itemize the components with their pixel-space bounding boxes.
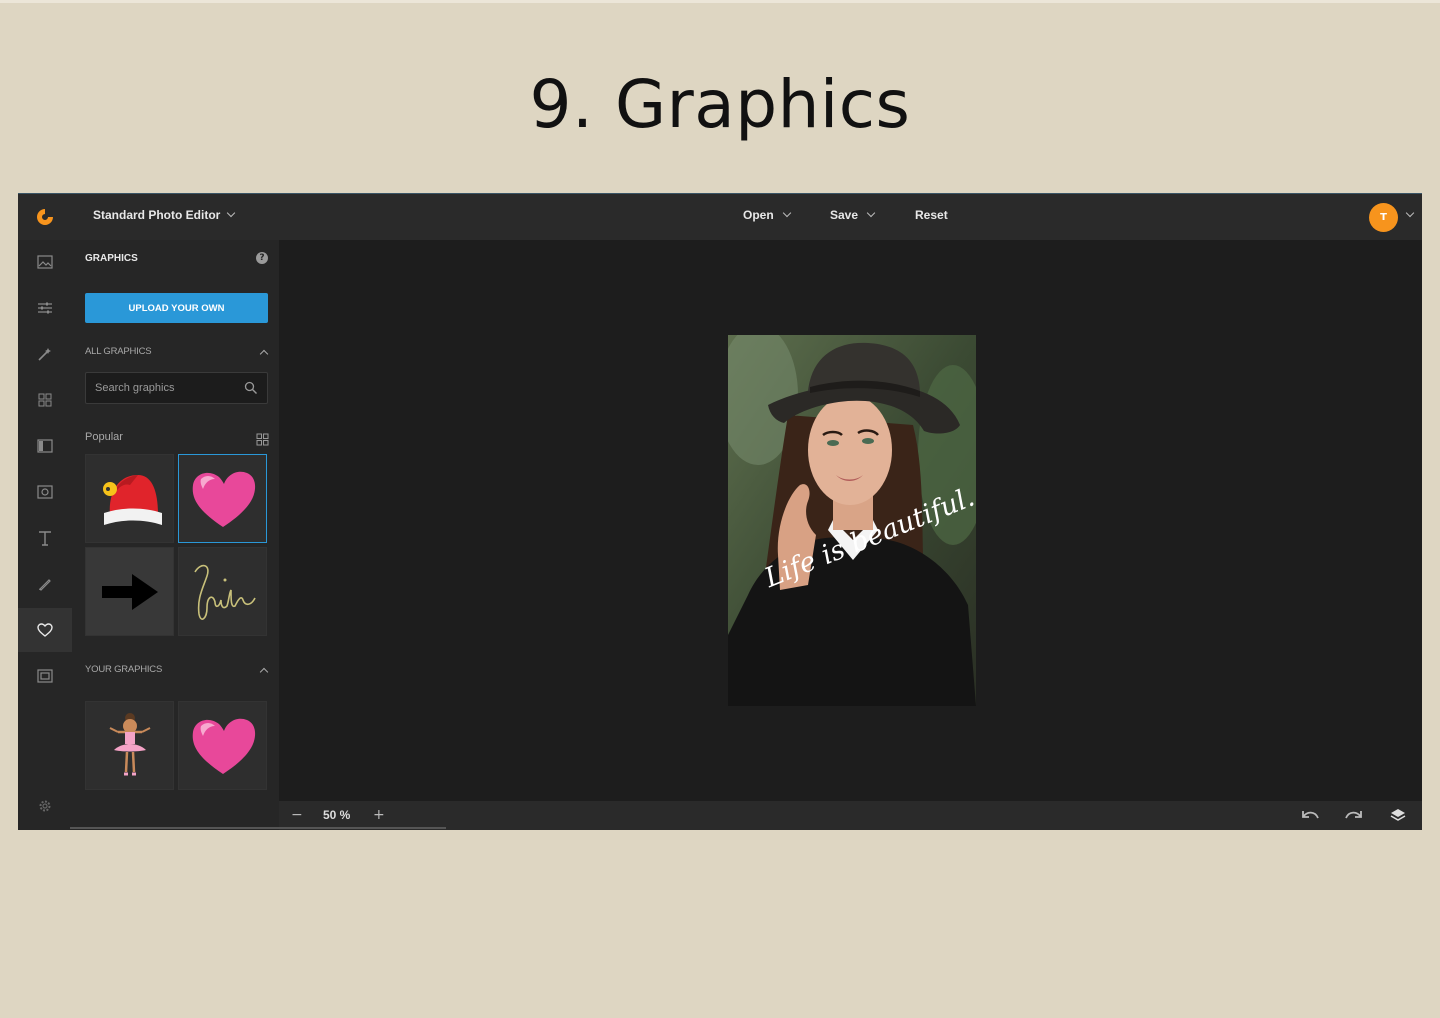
- graphic-tile-heart[interactable]: [178, 454, 267, 543]
- app-logo-icon[interactable]: [36, 208, 54, 226]
- tool-rail: [18, 240, 72, 830]
- heart-graphic: [192, 718, 255, 774]
- chevron-down-icon: [782, 208, 791, 218]
- sliders-icon: [38, 302, 52, 314]
- open-menu[interactable]: Open: [743, 208, 791, 222]
- redo-icon[interactable]: [1343, 807, 1365, 823]
- save-menu[interactable]: Save: [830, 208, 876, 222]
- grid-icon: [38, 393, 52, 407]
- brush-icon: [39, 579, 51, 591]
- help-icon[interactable]: ?: [256, 252, 268, 264]
- santa-hat-graphic: [102, 474, 162, 525]
- editing-canvas[interactable]: Life is beautiful.: [279, 240, 1422, 801]
- chevron-down-icon: [227, 208, 236, 218]
- text-icon: [39, 531, 51, 546]
- rail-border-button[interactable]: [18, 654, 72, 698]
- rail-graphics-button[interactable]: [18, 608, 72, 652]
- all-graphics-heading: ALL GRAPHICS: [85, 346, 152, 357]
- avatar[interactable]: T: [1369, 203, 1398, 232]
- editor-mode-dropdown[interactable]: Standard Photo Editor: [93, 208, 236, 222]
- arrow-graphic: [101, 573, 158, 610]
- magic-wand-icon: [38, 348, 51, 361]
- rail-collage-button[interactable]: [18, 378, 72, 422]
- upload-your-own-button[interactable]: UPLOAD YOUR OWN: [85, 293, 268, 323]
- graphics-panel: GRAPHICS ? UPLOAD YOUR OWN ALL GRAPHICS …: [72, 240, 279, 830]
- graphic-tile-santa-hat[interactable]: [85, 454, 174, 543]
- rail-frames-button[interactable]: [18, 470, 72, 514]
- collapse-all-graphics-icon[interactable]: [259, 349, 269, 359]
- rail-image-button[interactable]: [18, 240, 72, 284]
- top-line: [0, 0, 1440, 3]
- graphic-tile-arrow[interactable]: [85, 547, 174, 636]
- search-box: [85, 372, 268, 404]
- search-icon[interactable]: [244, 381, 258, 395]
- save-label: Save: [830, 208, 859, 222]
- grid-view-icon[interactable]: [256, 433, 269, 446]
- graphic-tile-ballerina[interactable]: [85, 701, 174, 790]
- photo-image[interactable]: Life is beautiful.: [728, 335, 976, 706]
- undo-icon[interactable]: [1299, 807, 1321, 823]
- zoom-level: 50 %: [323, 808, 351, 822]
- rail-effects-button[interactable]: [18, 332, 72, 376]
- search-input[interactable]: [86, 373, 236, 403]
- layers-icon[interactable]: [1389, 807, 1407, 825]
- slide-title: 9. Graphics: [529, 66, 911, 143]
- rail-layout-button[interactable]: [18, 424, 72, 468]
- chevron-down-icon[interactable]: [1405, 208, 1415, 218]
- rail-adjust-button[interactable]: [18, 286, 72, 330]
- rail-draw-button[interactable]: [18, 562, 72, 606]
- editor-mode-label: Standard Photo Editor: [93, 208, 221, 222]
- zoom-in-button[interactable]: +: [373, 807, 385, 823]
- graphics-icon: [37, 623, 53, 637]
- panel-title: GRAPHICS: [85, 253, 138, 264]
- zoom-out-button[interactable]: −: [291, 807, 303, 823]
- reset-label: Reset: [915, 208, 948, 222]
- reset-button[interactable]: Reset: [915, 208, 948, 222]
- frame-icon: [37, 485, 53, 499]
- horizontal-scrollbar[interactable]: [70, 827, 446, 829]
- photo-editor-window: Standard Photo Editor Open Save Reset T: [18, 193, 1422, 830]
- graphic-tile-smile-script[interactable]: [178, 547, 267, 636]
- heart-graphic: [192, 471, 255, 527]
- rail-settings-button[interactable]: [18, 784, 72, 828]
- popular-heading: Popular: [85, 431, 123, 443]
- border-icon: [37, 669, 53, 683]
- bottom-toolbar: − 50 % +: [279, 801, 1422, 830]
- gear-icon: [39, 800, 51, 812]
- open-label: Open: [743, 208, 774, 222]
- layout-icon: [37, 439, 53, 453]
- image-icon: [37, 255, 53, 269]
- your-graphics-heading: YOUR GRAPHICS: [85, 664, 163, 675]
- graphic-tile-heart-2[interactable]: [178, 701, 267, 790]
- collapse-your-graphics-icon[interactable]: [259, 667, 269, 677]
- chevron-down-icon: [866, 208, 876, 218]
- ballerina-graphic: [109, 712, 150, 775]
- smile-script-graphic: [193, 564, 256, 620]
- rail-text-button[interactable]: [18, 516, 72, 560]
- app-bar: Standard Photo Editor Open Save Reset T: [18, 194, 1422, 240]
